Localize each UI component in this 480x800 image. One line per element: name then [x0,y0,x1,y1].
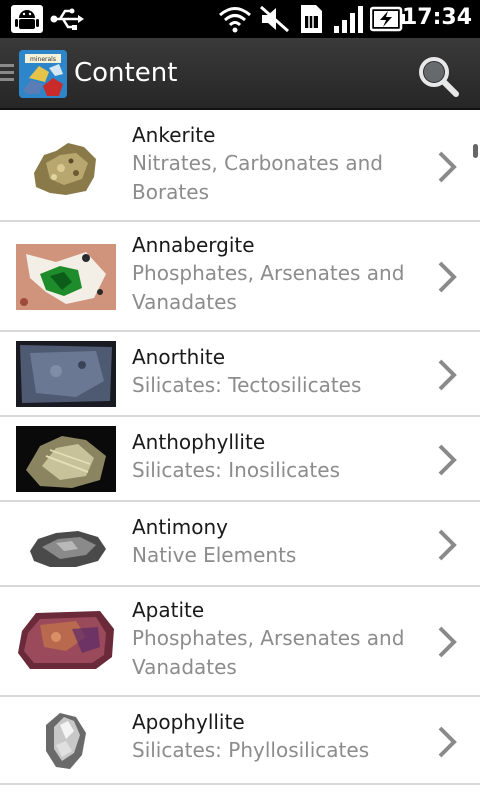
mineral-thumbnail [16,426,116,492]
mute-icon [260,5,289,33]
wifi-icon [219,7,251,33]
mineral-name: Apatite [132,598,205,622]
usb-icon [50,8,84,30]
list-item[interactable]: Apophyllite Silicates: Phyllosilicates [0,697,480,785]
scrollbar-thumb[interactable] [473,144,478,158]
list-item[interactable]: Apatite Phosphates, Arsenates and Vanada… [0,587,480,697]
mineral-category: Silicates: Tectosilicates [132,373,362,397]
list-item[interactable]: Ankerite Nitrates, Carbonates and Borate… [0,112,480,222]
mineral-category: Silicates: Phyllosilicates [132,738,370,762]
battery-charging-icon [370,6,405,32]
android-debug-icon [11,5,43,33]
page-title: Content [74,58,178,88]
sim-icon [301,5,322,33]
search-button[interactable] [416,54,460,98]
app-logo[interactable]: minerals [19,50,67,98]
chevron-right-icon [438,359,457,391]
chevron-right-icon [438,261,457,293]
list-item[interactable]: Anthophyllite Silicates: Inosilicates [0,417,480,502]
mineral-thumbnail [46,713,86,769]
chevron-right-icon [438,726,457,758]
mineral-name: Annabergite [132,233,255,257]
list-item[interactable]: Anorthite Silicates: Tectosilicates [0,332,480,417]
mineral-category: Phosphates, Arsenates and Vanadates [132,626,405,679]
mineral-list: Ankerite Nitrates, Carbonates and Borate… [0,112,480,785]
mineral-thumbnail [16,244,116,310]
svg-text:minerals: minerals [30,56,56,63]
signal-icon [334,6,363,33]
mineral-thumbnail [16,341,116,407]
chevron-right-icon [438,151,457,183]
search-icon [419,57,459,97]
mineral-name: Apophyllite [132,710,245,734]
chevron-right-icon [438,529,457,561]
status-time: 17:34 [401,5,472,30]
mineral-category: Nitrates, Carbonates and Borates [132,151,383,204]
mineral-thumbnail [30,531,106,567]
mineral-name: Anthophyllite [132,430,266,454]
action-bar: minerals Content [0,38,480,110]
mineral-thumbnail [18,611,114,669]
list-item[interactable]: Annabergite Phosphates, Arsenates and Va… [0,222,480,332]
mineral-name: Antimony [132,515,228,539]
mineral-name: Ankerite [132,123,216,147]
mineral-category: Phosphates, Arsenates and Vanadates [132,261,405,314]
mineral-thumbnail [34,143,96,195]
chevron-right-icon [438,626,457,658]
mineral-category: Native Elements [132,543,297,567]
drawer-indicator-icon[interactable] [0,64,14,84]
mineral-category: Silicates: Inosilicates [132,458,340,482]
status-bar: 17:34 [0,0,480,38]
list-item[interactable]: Antimony Native Elements [0,502,480,587]
chevron-right-icon [438,444,457,476]
mineral-name: Anorthite [132,345,226,369]
